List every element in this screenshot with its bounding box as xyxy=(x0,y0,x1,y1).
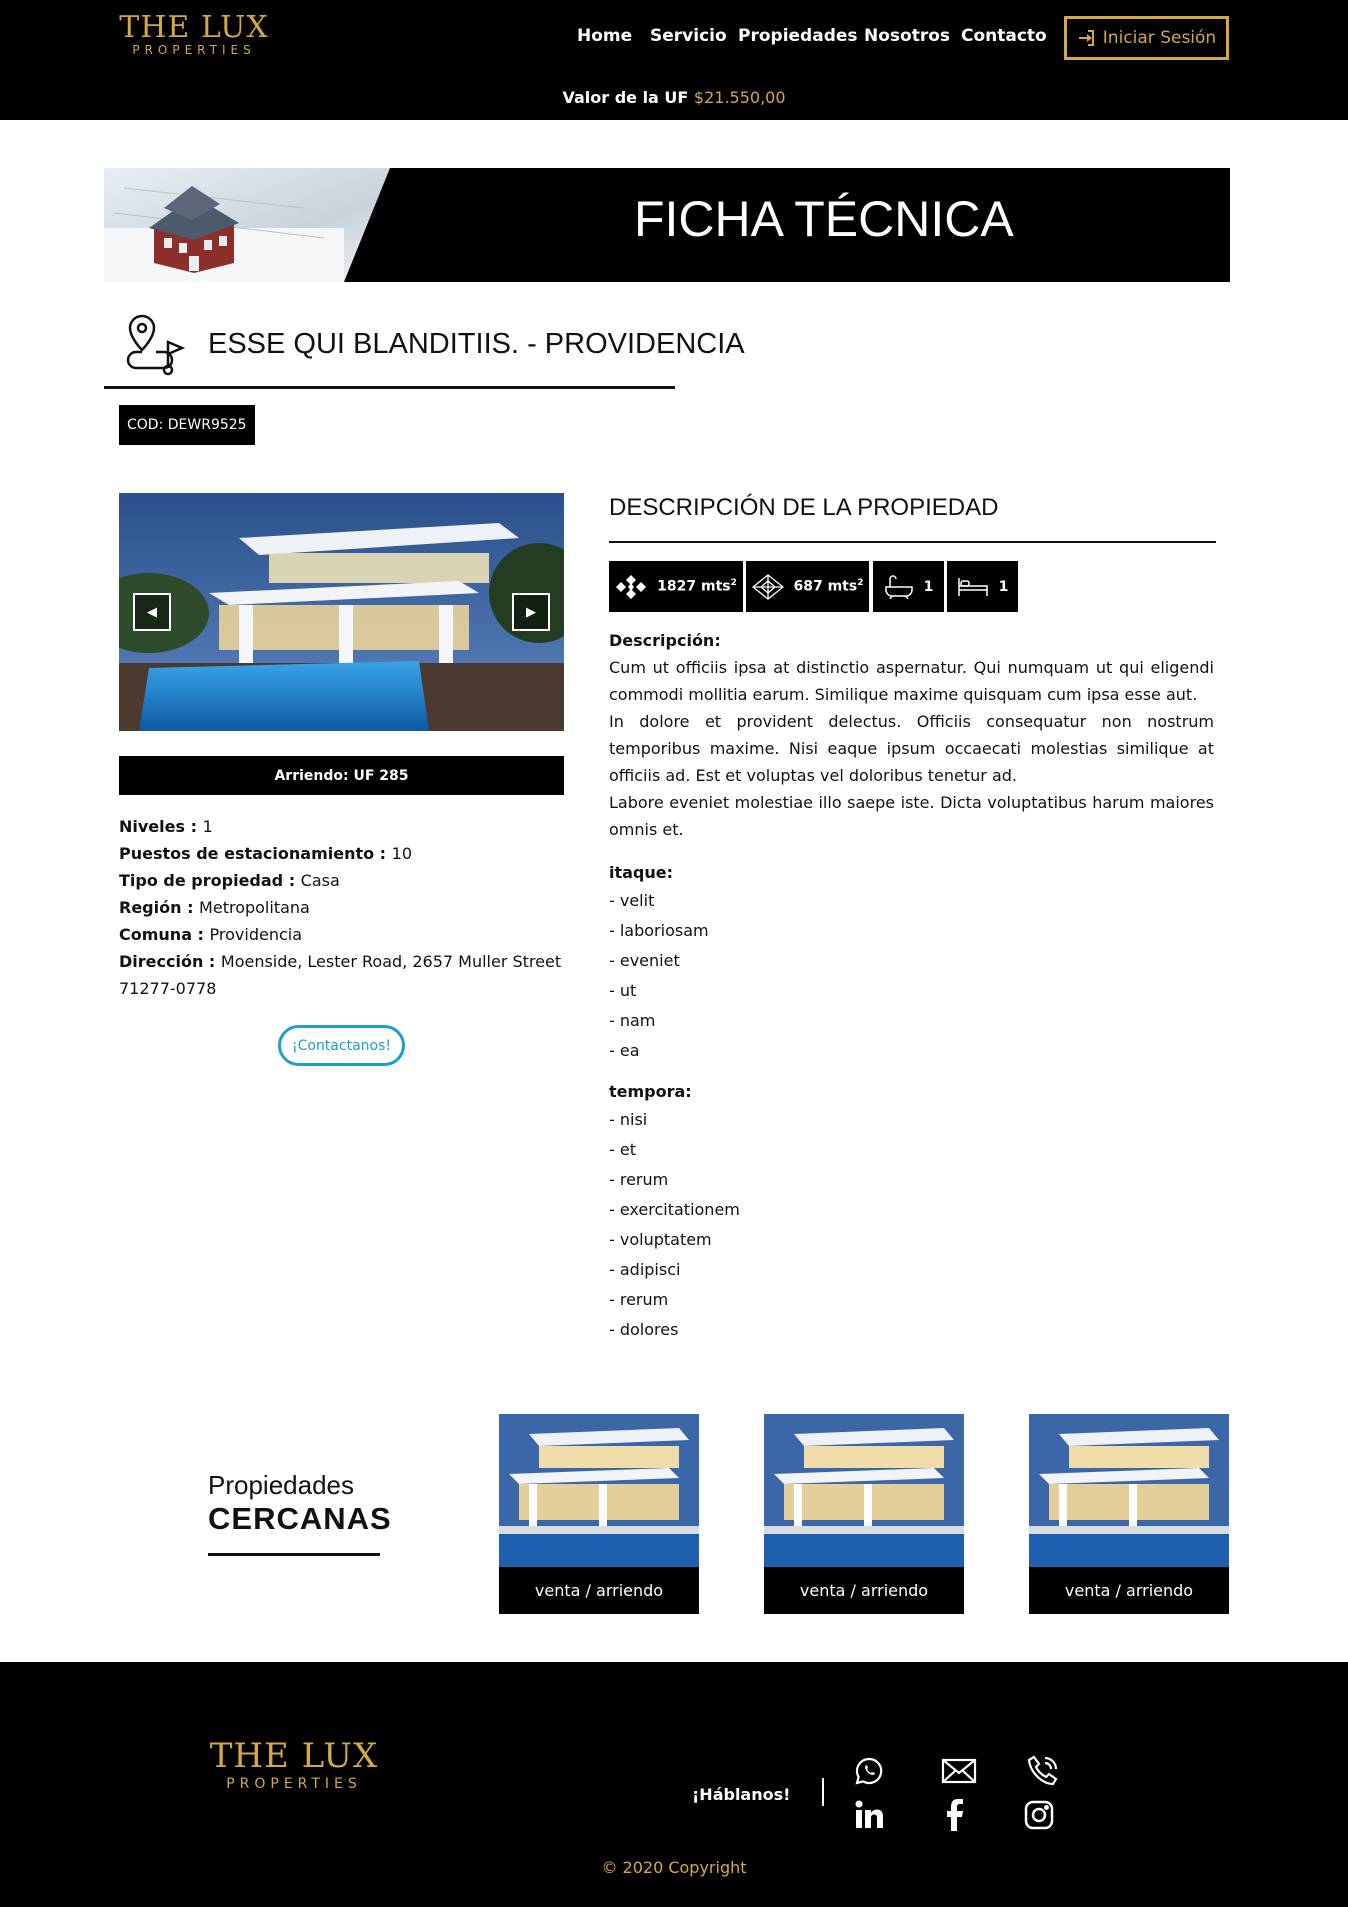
bathtub-icon xyxy=(884,574,913,599)
banner-title: FICHA TÉCNICA xyxy=(634,191,1014,247)
nearby-card-caption: venta / arriendo xyxy=(764,1567,964,1614)
list-item: - ut xyxy=(609,981,637,1000)
property-photo xyxy=(119,493,564,731)
detail-estacionamiento: Puestos de estacionamiento : 10 xyxy=(119,844,413,863)
footer-divider xyxy=(822,1778,824,1806)
list-item: - velit xyxy=(609,891,655,910)
built-area-icon xyxy=(751,573,784,600)
list-item: - rerum xyxy=(609,1290,669,1309)
stat-baths: 1 xyxy=(873,561,944,612)
list-item: - nisi xyxy=(609,1110,648,1129)
nearby-card-caption: venta / arriendo xyxy=(499,1567,699,1614)
list-item: - laboriosam xyxy=(609,921,709,940)
sign-in-icon xyxy=(1078,30,1094,46)
built-area-value: 687 mts xyxy=(793,578,858,595)
gallery-next-button[interactable]: ▶ xyxy=(512,593,550,631)
detail-niveles: Niveles : 1 xyxy=(119,817,213,836)
nav-nosotros[interactable]: Nosotros xyxy=(864,26,950,46)
detail-comuna: Comuna : Providencia xyxy=(119,925,303,944)
property-gallery[interactable]: ◀ ▶ xyxy=(119,493,564,731)
facebook-icon[interactable] xyxy=(936,1797,972,1833)
nav-servicio[interactable]: Servicio xyxy=(650,26,727,46)
description-paragraph-2: In dolore et provident delectus. Officii… xyxy=(609,712,1214,785)
list-item: - ea xyxy=(609,1041,640,1060)
gallery-prev-button[interactable]: ◀ xyxy=(133,593,171,631)
linkedin-icon[interactable] xyxy=(851,1797,887,1833)
logo[interactable]: THE LUX PROPERTIES xyxy=(118,10,270,57)
uf-label: Valor de la UF xyxy=(562,88,689,107)
phone-icon[interactable] xyxy=(1025,1753,1061,1789)
description-paragraph-1: Cum ut officiis ipsa at distinctio asper… xyxy=(609,658,1214,704)
list-itaque-title: itaque: xyxy=(609,863,674,882)
uf-value: $21.550,00 xyxy=(693,88,786,107)
contact-button[interactable]: ¡Contactanos! xyxy=(278,1025,405,1066)
property-title: ESSE QUI BLANDITIIS. - PROVIDENCIA xyxy=(208,328,745,360)
list-item: - adipisci xyxy=(609,1260,681,1279)
logo-sub-text: PROPERTIES xyxy=(132,43,256,57)
site-header: THE LUX PROPERTIES Home Servicio Propied… xyxy=(0,0,1348,120)
list-tempora-title: tempora: xyxy=(609,1082,692,1101)
nearby-title-bottom: CERCANAS xyxy=(208,1501,392,1536)
description-label: Descripción: xyxy=(609,631,721,650)
property-code-badge: COD: DEWR9525 xyxy=(119,405,255,445)
stat-beds: 1 xyxy=(947,561,1018,612)
property-details: Niveles : 1 Puestos de estacionamiento :… xyxy=(119,813,569,1002)
footer-logo-main: THE LUX xyxy=(209,1736,379,1776)
nearby-card-caption: venta / arriendo xyxy=(1029,1567,1229,1614)
list-item: - dolores xyxy=(609,1320,679,1339)
detail-direccion: Dirección : Moenside, Lester Road, 2657 … xyxy=(119,952,562,998)
stat-built-area: 687 mts2 xyxy=(746,561,869,612)
nearby-card-2[interactable]: venta / arriendo xyxy=(764,1414,964,1614)
bed-icon xyxy=(957,577,988,596)
detail-tipo: Tipo de propiedad : Casa xyxy=(119,871,340,890)
nearby-card-3[interactable]: venta / arriendo xyxy=(1029,1414,1229,1614)
login-label: Iniciar Sesión xyxy=(1102,28,1217,48)
list-item: - rerum xyxy=(609,1170,669,1189)
total-area-icon xyxy=(616,574,647,599)
description-title: DESCRIPCIÓN DE LA PROPIEDAD xyxy=(609,494,999,521)
nearby-title: Propiedades CERCANAS xyxy=(208,1470,392,1537)
nearby-card-1[interactable]: venta / arriendo xyxy=(499,1414,699,1614)
house-model-image xyxy=(104,168,390,282)
list-item: - voluptatem xyxy=(609,1230,712,1249)
location-icon xyxy=(124,312,194,378)
beds-value: 1 xyxy=(998,578,1009,595)
list-item: - nam xyxy=(609,1011,656,1030)
copyright-text: © 2020 Copyright xyxy=(601,1858,747,1877)
list-item: - exercitationem xyxy=(609,1200,740,1219)
description-paragraph-3: Labore eveniet molestiae illo saepe iste… xyxy=(609,793,1214,839)
nav-home[interactable]: Home xyxy=(577,26,632,46)
list-item: - eveniet xyxy=(609,951,680,970)
title-divider xyxy=(104,386,675,389)
whatsapp-icon[interactable] xyxy=(851,1753,887,1789)
total-area-value: 1827 mts xyxy=(657,578,731,595)
list-tempora: - nisi - et - rerum - exercitationem - v… xyxy=(609,1105,1214,1345)
list-itaque: - velit - laboriosam - eveniet - ut - na… xyxy=(609,886,1214,1066)
footer-logo-sub: PROPERTIES xyxy=(226,1776,362,1792)
detail-region: Región : Metropolitana xyxy=(119,898,310,917)
logo-main-text: THE LUX xyxy=(119,10,269,45)
login-button[interactable]: Iniciar Sesión xyxy=(1064,16,1229,60)
hablanos-label: ¡Háblanos! xyxy=(692,1785,791,1804)
price-bar: Arriendo: UF 285 xyxy=(119,756,564,795)
uf-indicator: Valor de la UF $21.550,00 xyxy=(0,88,1348,107)
nearby-divider xyxy=(208,1553,380,1556)
nav-propiedades[interactable]: Propiedades xyxy=(738,26,858,46)
instagram-icon[interactable] xyxy=(1021,1797,1057,1833)
description-divider xyxy=(609,541,1216,543)
baths-value: 1 xyxy=(923,578,934,595)
nearby-title-top: Propiedades xyxy=(208,1470,354,1500)
page-banner: FICHA TÉCNICA xyxy=(104,168,1230,282)
list-item: - et xyxy=(609,1140,636,1159)
description-body: Descripción: Cum ut officiis ipsa at dis… xyxy=(609,627,1214,1345)
mail-icon[interactable] xyxy=(941,1753,977,1789)
stat-total-area: 1827 mts2 xyxy=(609,561,743,612)
footer-logo[interactable]: THE LUX PROPERTIES xyxy=(204,1736,384,1792)
nav-contacto[interactable]: Contacto xyxy=(961,26,1047,46)
